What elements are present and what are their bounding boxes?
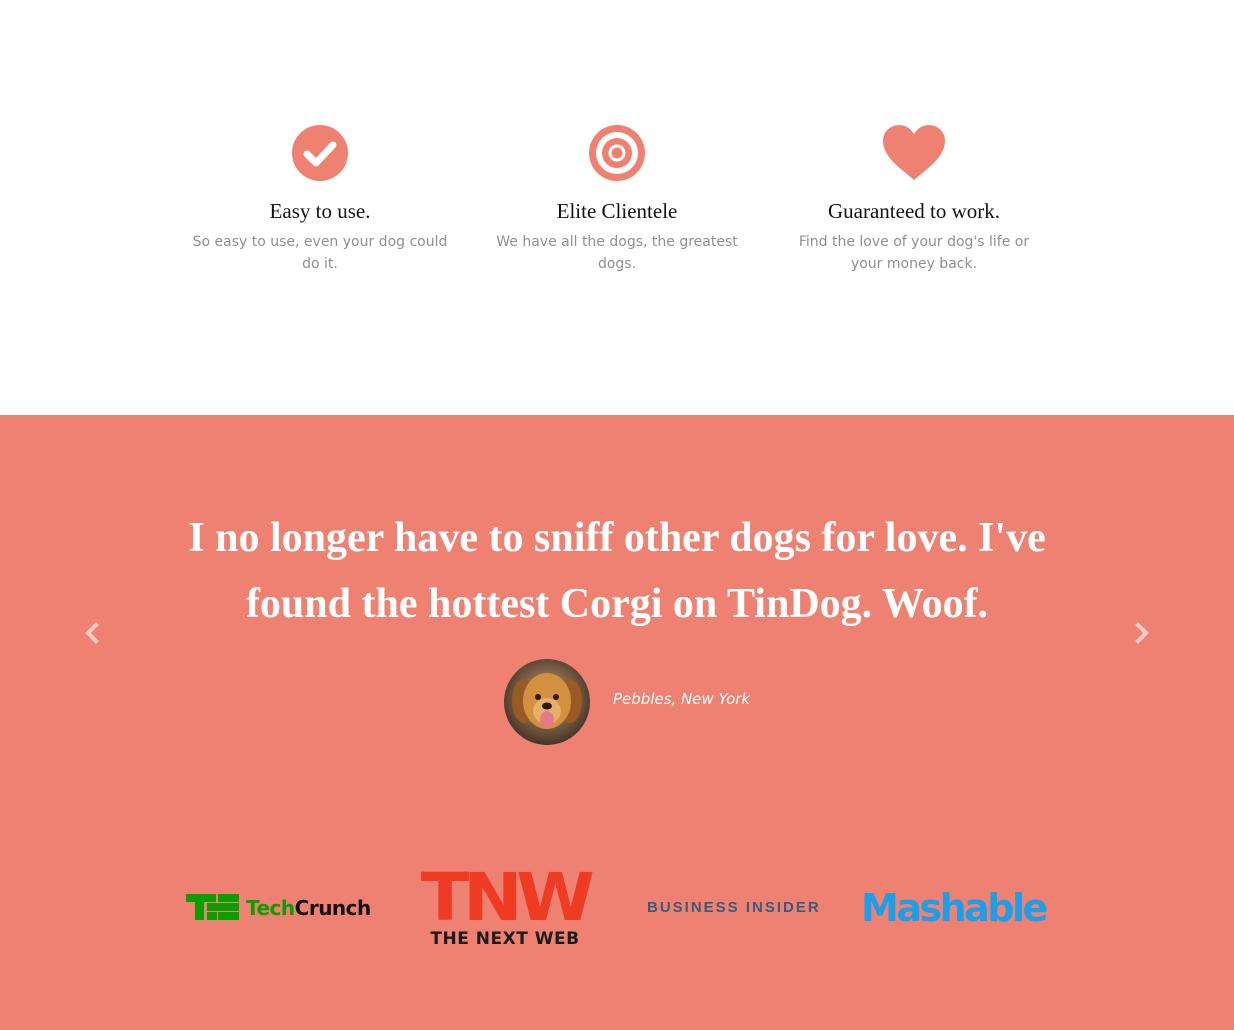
feature-guaranteed: Guaranteed to work. Find the love of you…	[784, 124, 1044, 275]
bullseye-icon	[589, 125, 645, 181]
carousel-next-icon[interactable]	[1130, 622, 1152, 644]
techcrunch-tech-text: Tech	[246, 896, 295, 920]
testimonial-section: I no longer have to sniff other dogs for…	[0, 415, 1234, 1030]
feature-easy-to-use: Easy to use. So easy to use, even your d…	[190, 124, 450, 275]
feature-title: Easy to use.	[269, 199, 371, 223]
mashable-logo: Mashable	[861, 886, 1048, 930]
feature-title: Elite Clientele	[556, 199, 678, 223]
carousel-prev-icon[interactable]	[82, 622, 104, 644]
techcrunch-logo: TechCrunch	[186, 894, 372, 924]
dog-avatar	[504, 659, 590, 745]
business-insider-logo: BUSINESS INSIDER	[647, 899, 821, 916]
heart-icon	[883, 125, 945, 180]
feature-description: We have all the dogs, the greatest dogs.	[496, 234, 738, 272]
features-section: Easy to use. So easy to use, even your d…	[0, 0, 1234, 415]
tnw-logo: TNW THE NEXT WEB	[412, 859, 598, 951]
feature-description: So easy to use, even your dog could do i…	[192, 234, 448, 272]
techcrunch-crunch-text: Crunch	[294, 896, 372, 920]
feature-title: Guaranteed to work.	[827, 199, 1001, 223]
feature-elite-clientele: Elite Clientele We have all the dogs, th…	[487, 124, 747, 275]
testimonial-quote: I no longer have to sniff other dogs for…	[188, 515, 1046, 627]
feature-description: Find the love of your dog's life or your…	[798, 234, 1030, 272]
check-circle-icon	[292, 125, 348, 181]
tnw-letters: TNW	[421, 859, 595, 936]
testimonial-author: Pebbles, New York	[613, 690, 751, 708]
